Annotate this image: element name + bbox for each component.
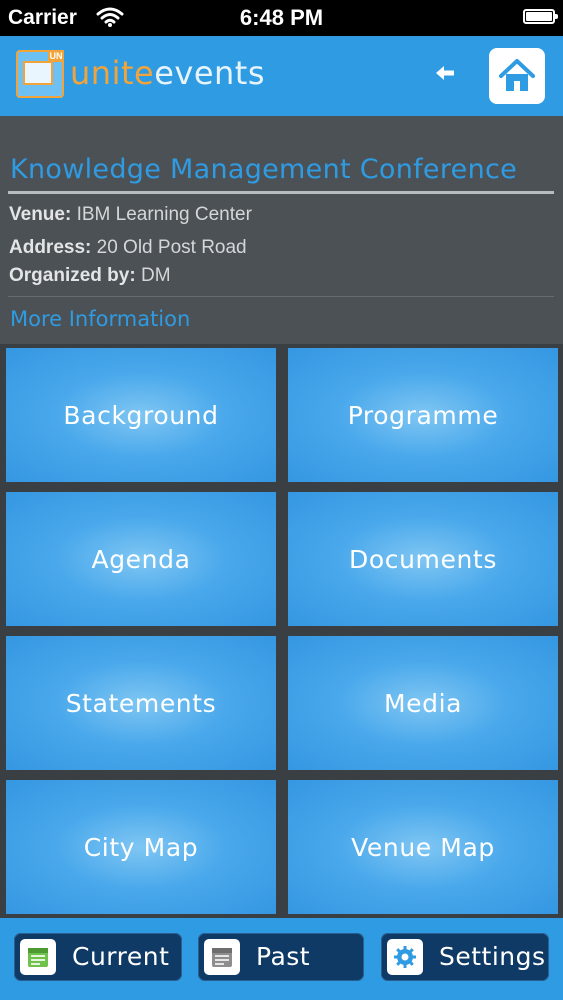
tab-past[interactable]: Past: [198, 933, 364, 981]
organizer-label: Organized by:: [9, 265, 136, 286]
venue-value: IBM Learning Center: [76, 204, 252, 225]
logo-badge-text: UN: [48, 50, 64, 62]
tab-current[interactable]: Current: [14, 933, 182, 981]
address-label: Address:: [9, 237, 92, 258]
info-divider: [8, 296, 554, 297]
organizer-value: DM: [140, 265, 171, 286]
battery-icon: [523, 9, 558, 24]
tile-city-map[interactable]: City Map: [6, 780, 276, 914]
calendar-green-icon: [20, 939, 56, 975]
back-arrow-icon[interactable]: [430, 58, 460, 88]
tab-settings-label: Settings: [439, 942, 546, 971]
more-information-link[interactable]: More Information: [10, 307, 190, 331]
address-value: 20 Old Post Road: [96, 237, 247, 258]
tile-agenda[interactable]: Agenda: [6, 492, 276, 626]
address-row: Address: 20 Old Post Road: [9, 237, 247, 259]
tile-background[interactable]: Background: [6, 348, 276, 482]
home-button[interactable]: [489, 48, 545, 104]
tile-venue-map[interactable]: Venue Map: [288, 780, 558, 914]
event-title: Knowledge Management Conference: [10, 154, 518, 185]
tile-statements[interactable]: Statements: [6, 636, 276, 770]
home-icon: [499, 59, 535, 91]
tile-documents[interactable]: Documents: [288, 492, 558, 626]
tile-programme[interactable]: Programme: [288, 348, 558, 482]
tab-settings[interactable]: Settings: [381, 933, 549, 981]
app-logo-icon: UN: [16, 50, 64, 98]
logo-text-events: events: [154, 54, 265, 92]
event-info-panel: Knowledge Management Conference Venue: I…: [0, 116, 563, 344]
clock-time: 6:48 PM: [239, 5, 324, 30]
bottom-tab-bar: Current Past Settings: [0, 918, 563, 1000]
organizer-row: Organized by: DM: [9, 265, 171, 287]
logo-calendar-icon: [23, 61, 53, 85]
tile-media[interactable]: Media: [288, 636, 558, 770]
gear-icon: [387, 939, 423, 975]
app-header: UN uniteevents: [0, 36, 563, 116]
venue-label: Venue:: [9, 204, 72, 225]
status-bar: Carrier 6:48 PM: [0, 0, 563, 36]
title-divider: [8, 191, 554, 194]
tab-current-label: Current: [72, 942, 170, 971]
logo-text-unite: unite: [70, 54, 155, 92]
venue-row: Venue: IBM Learning Center: [9, 204, 252, 226]
app-logo-wordmark: uniteevents: [70, 54, 265, 92]
calendar-gray-icon: [204, 939, 240, 975]
tab-past-label: Past: [256, 942, 311, 971]
